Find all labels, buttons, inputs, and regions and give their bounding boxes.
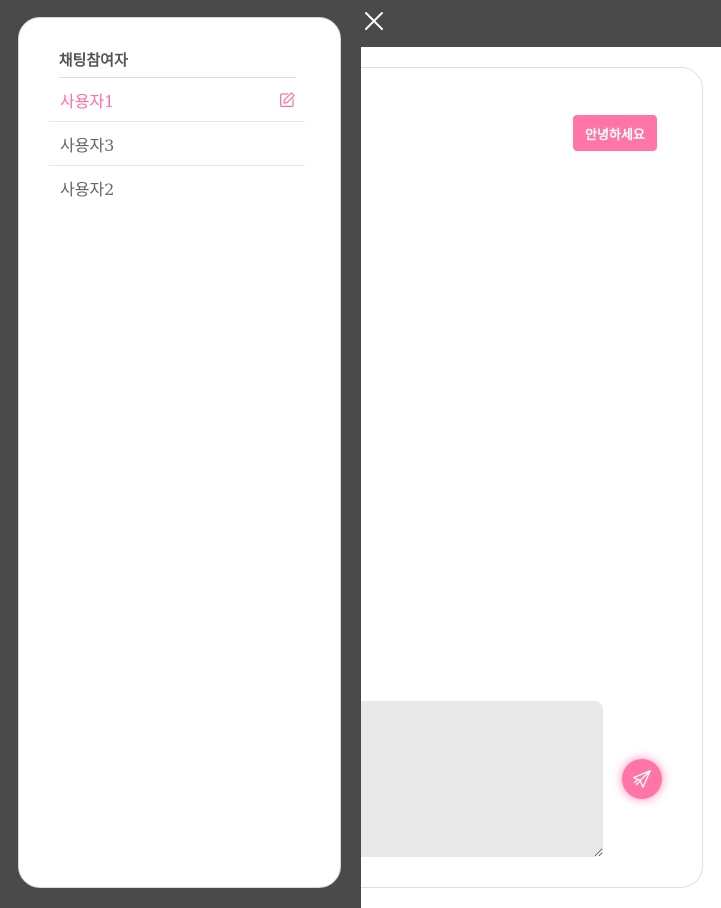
participants-drawer: 채팅참여자 사용자1 사용자3 사용자2 <box>18 17 341 888</box>
paper-plane-icon <box>633 770 651 788</box>
message-input[interactable] <box>341 701 603 857</box>
send-button[interactable] <box>622 759 662 799</box>
participant-name: 사용자3 <box>60 135 115 155</box>
message-bubble: 안녕하세요 <box>573 115 657 151</box>
close-icon <box>365 12 383 30</box>
participant-name: 사용자1 <box>60 91 115 111</box>
participant-item-2[interactable]: 사용자3 <box>49 122 305 166</box>
close-button[interactable] <box>362 9 386 33</box>
drawer-title: 채팅참여자 <box>59 51 129 69</box>
participant-name: 사용자2 <box>60 180 115 199</box>
edit-icon[interactable] <box>278 91 296 109</box>
participant-item-3[interactable]: 사용자2 <box>49 166 305 210</box>
participant-item-1[interactable]: 사용자1 <box>49 78 305 122</box>
